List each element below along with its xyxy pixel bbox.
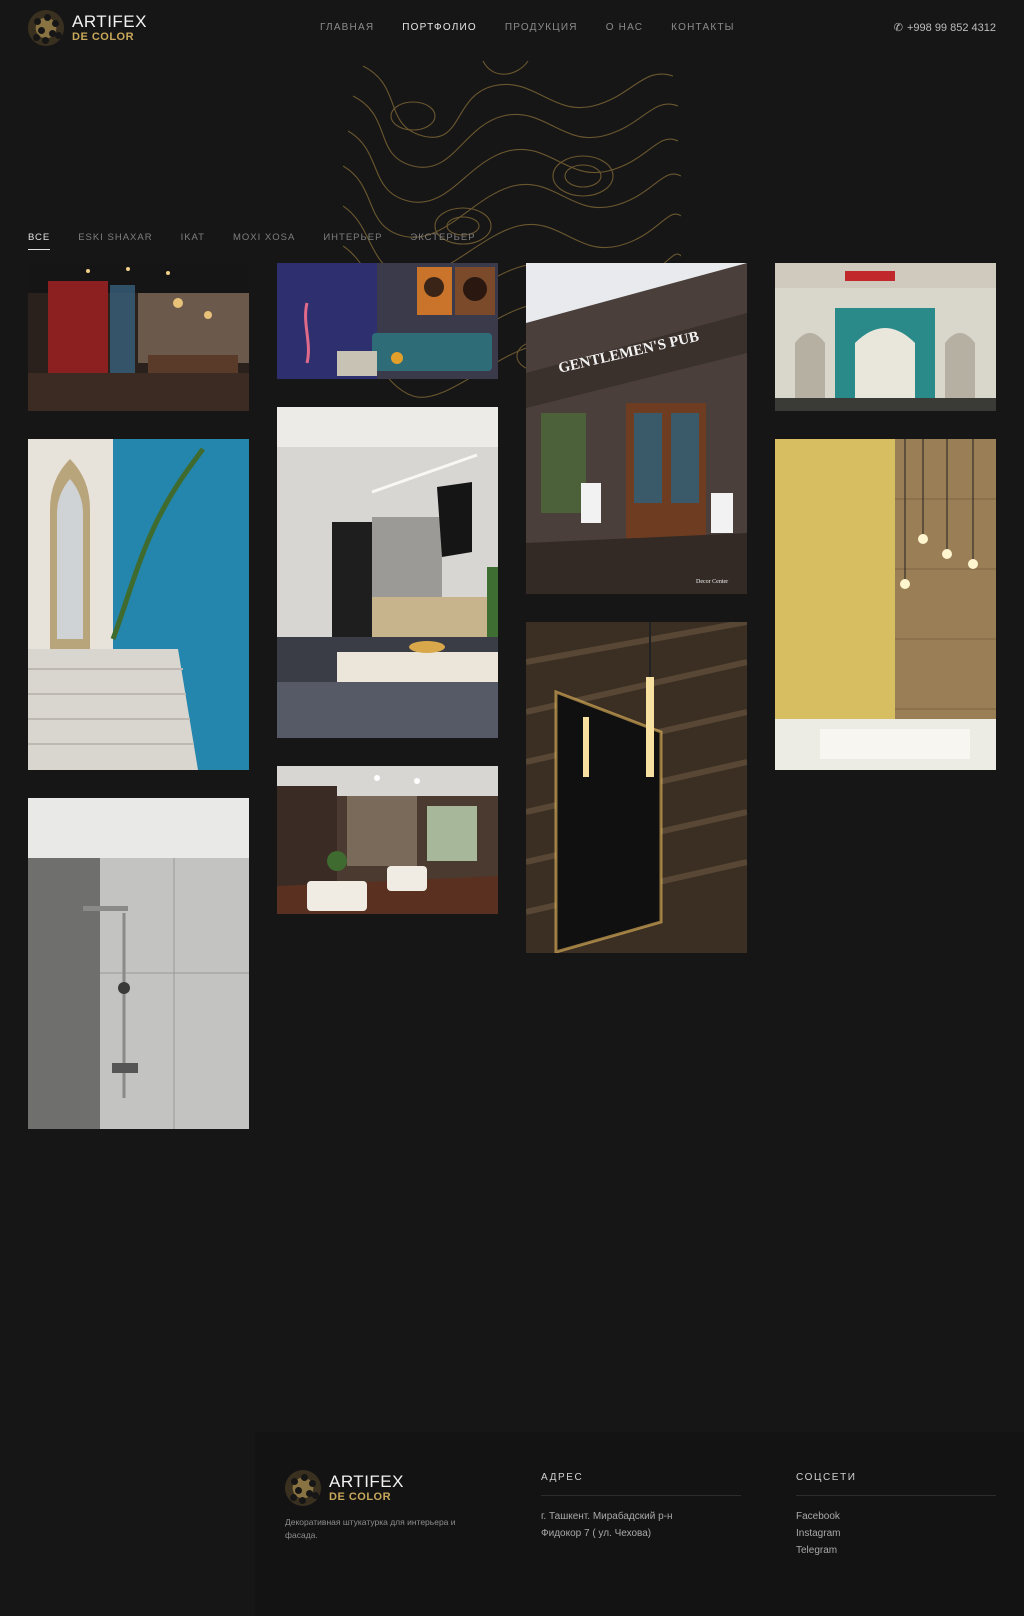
phone-icon: ✆ bbox=[893, 22, 903, 34]
portfolio-filters: ВСЕ ESKI SHAXAR IKAT MOXI XOSA ИНТЕРЬЕР … bbox=[28, 232, 476, 250]
phone-number: +998 99 852 4312 bbox=[906, 21, 996, 34]
oriental-facade-photo[interactable] bbox=[775, 263, 996, 411]
address-line-1: г. Ташкент. Мирабадский р-н bbox=[541, 1511, 673, 1522]
logo-emblem-icon bbox=[28, 10, 64, 46]
site-footer: ARTIFEX DE COLOR Декоративная штукатурка… bbox=[255, 1432, 1024, 1616]
nav-item-products[interactable]: ПРОДУКЦИЯ bbox=[505, 22, 578, 33]
mirror-wall-lights-photo[interactable] bbox=[526, 622, 747, 953]
footer-logo-name: ARTIFEX bbox=[329, 1472, 404, 1491]
footer-logo-emblem-icon bbox=[285, 1470, 321, 1506]
footer-logo-subname: DE COLOR bbox=[329, 1491, 392, 1503]
header-phone[interactable]: ✆ +998 99 852 4312 bbox=[893, 21, 996, 35]
social-title: СОЦСЕТИ bbox=[796, 1472, 996, 1496]
cafe-interior-photo[interactable] bbox=[277, 766, 498, 914]
address-line-2: Фидокор 7 ( ул. Чехова) bbox=[541, 1528, 652, 1539]
lounge-with-art-photo[interactable] bbox=[277, 263, 498, 379]
blue-staircase-photo[interactable] bbox=[28, 439, 249, 770]
bathroom-pendant-lights-photo[interactable] bbox=[775, 439, 996, 770]
site-logo[interactable]: ARTIFEX DE COLOR bbox=[28, 10, 147, 46]
nav-item-about[interactable]: О НАС bbox=[606, 22, 643, 33]
address-title: АДРЕС bbox=[541, 1472, 741, 1496]
footer-logo[interactable]: ARTIFEX DE COLOR bbox=[285, 1470, 404, 1506]
filter-exterior[interactable]: ЭКСТЕРЬЕР bbox=[410, 232, 475, 250]
social-link-telegram[interactable]: Telegram bbox=[796, 1542, 996, 1559]
nav-item-home[interactable]: ГЛАВНАЯ bbox=[320, 22, 374, 33]
decor-center-watermark: Decor Center bbox=[696, 579, 728, 585]
filter-interior[interactable]: ИНТЕРЬЕР bbox=[323, 232, 382, 250]
social-link-instagram[interactable]: Instagram bbox=[796, 1525, 996, 1542]
main-nav: ГЛАВНАЯ ПОРТФОЛИО ПРОДУКЦИЯ О НАС КОНТАК… bbox=[320, 22, 735, 33]
nav-item-portfolio[interactable]: ПОРТФОЛИО bbox=[402, 22, 477, 33]
logo-subname: DE COLOR bbox=[72, 31, 135, 43]
logo-name: ARTIFEX bbox=[72, 12, 147, 31]
filter-ikat[interactable]: IKAT bbox=[181, 232, 205, 250]
social-link-facebook[interactable]: Facebook bbox=[796, 1508, 996, 1525]
filter-eski-shaxar[interactable]: ESKI SHAXAR bbox=[78, 232, 152, 250]
filter-moxi-xosa[interactable]: MOXI XOSA bbox=[233, 232, 295, 250]
modern-kitchen-photo[interactable] bbox=[277, 407, 498, 738]
gentlemens-pub-photo[interactable]: GENTLEMEN'S PUB Decor Center bbox=[526, 263, 747, 594]
shower-tiles-photo[interactable] bbox=[28, 798, 249, 1129]
site-header: ARTIFEX DE COLOR ГЛАВНАЯ ПОРТФОЛИО ПРОДУ… bbox=[0, 0, 1024, 56]
footer-address: АДРЕС г. Ташкент. Мирабадский р-н Фидоко… bbox=[541, 1472, 741, 1542]
footer-social: СОЦСЕТИ Facebook Instagram Telegram bbox=[796, 1472, 996, 1559]
footer-description: Декоративная штукатурка для интерьера и … bbox=[285, 1517, 456, 1540]
restaurant-interior-photo[interactable] bbox=[28, 263, 249, 411]
filter-all[interactable]: ВСЕ bbox=[28, 232, 51, 250]
nav-item-contacts[interactable]: КОНТАКТЫ bbox=[671, 22, 735, 33]
